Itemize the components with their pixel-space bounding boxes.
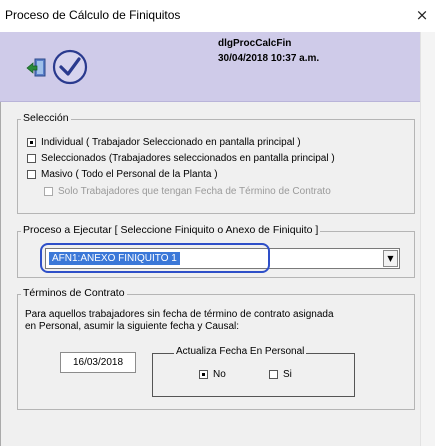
- checkmark-circle-icon[interactable]: [51, 48, 89, 86]
- option-solo-trabajadores-label: Solo Trabajadores que tengan Fecha de Té…: [58, 186, 331, 197]
- termino-date-field[interactable]: 16/03/2018: [60, 352, 136, 373]
- chevron-down-icon[interactable]: ▼: [383, 250, 398, 267]
- radio-no[interactable]: No: [199, 369, 226, 380]
- seleccion-group: [17, 119, 415, 214]
- terminos-description-line1: Para aquellos trabajadores sin fecha de …: [25, 309, 334, 320]
- window-title: Proceso de Cálculo de Finiquitos: [5, 8, 181, 22]
- terminos-legend: Términos de Contrato: [21, 287, 127, 299]
- terminos-description-line2: en Personal, asumir la siguiente fecha y…: [25, 321, 240, 332]
- checkbox-seleccionados[interactable]: [27, 154, 36, 163]
- radio-no-box[interactable]: [199, 370, 208, 379]
- checkbox-solo-trabajadores: [44, 187, 53, 196]
- radio-no-label: No: [213, 369, 226, 380]
- option-seleccionados-label: Seleccionados (Trabajadores seleccionado…: [41, 153, 335, 164]
- radio-si-label: Si: [283, 369, 292, 380]
- option-individual[interactable]: Individual ( Trabajador Seleccionado en …: [27, 137, 301, 148]
- vertical-scrollbar[interactable]: [420, 32, 435, 446]
- actualiza-legend: Actualiza Fecha En Personal: [174, 346, 307, 357]
- proceso-selected-value[interactable]: AFN1:ANEXO FINIQUITO 1: [49, 252, 180, 265]
- option-masivo[interactable]: Masivo ( Todo el Personal de la Planta ): [27, 169, 218, 180]
- close-button[interactable]: ×: [413, 6, 431, 24]
- proceso-legend: Proceso a Ejecutar [ Seleccione Finiquit…: [21, 224, 321, 236]
- radio-si-box[interactable]: [269, 370, 278, 379]
- checkbox-individual[interactable]: [27, 138, 36, 147]
- dialog-datetime: 30/04/2018 10:37 a.m.: [218, 53, 320, 64]
- radio-si[interactable]: Si: [269, 369, 292, 380]
- option-masivo-label: Masivo ( Todo el Personal de la Planta ): [41, 169, 218, 180]
- checkbox-masivo[interactable]: [27, 170, 36, 179]
- seleccion-legend: Selección: [21, 112, 71, 124]
- dialog-name: dlgProcCalcFin: [218, 38, 292, 49]
- option-solo-trabajadores: Solo Trabajadores que tengan Fecha de Té…: [44, 186, 331, 197]
- option-individual-label: Individual ( Trabajador Seleccionado en …: [41, 137, 301, 148]
- actualiza-group: [152, 353, 355, 397]
- exit-door-icon[interactable]: [26, 57, 48, 79]
- option-seleccionados[interactable]: Seleccionados (Trabajadores seleccionado…: [27, 153, 335, 164]
